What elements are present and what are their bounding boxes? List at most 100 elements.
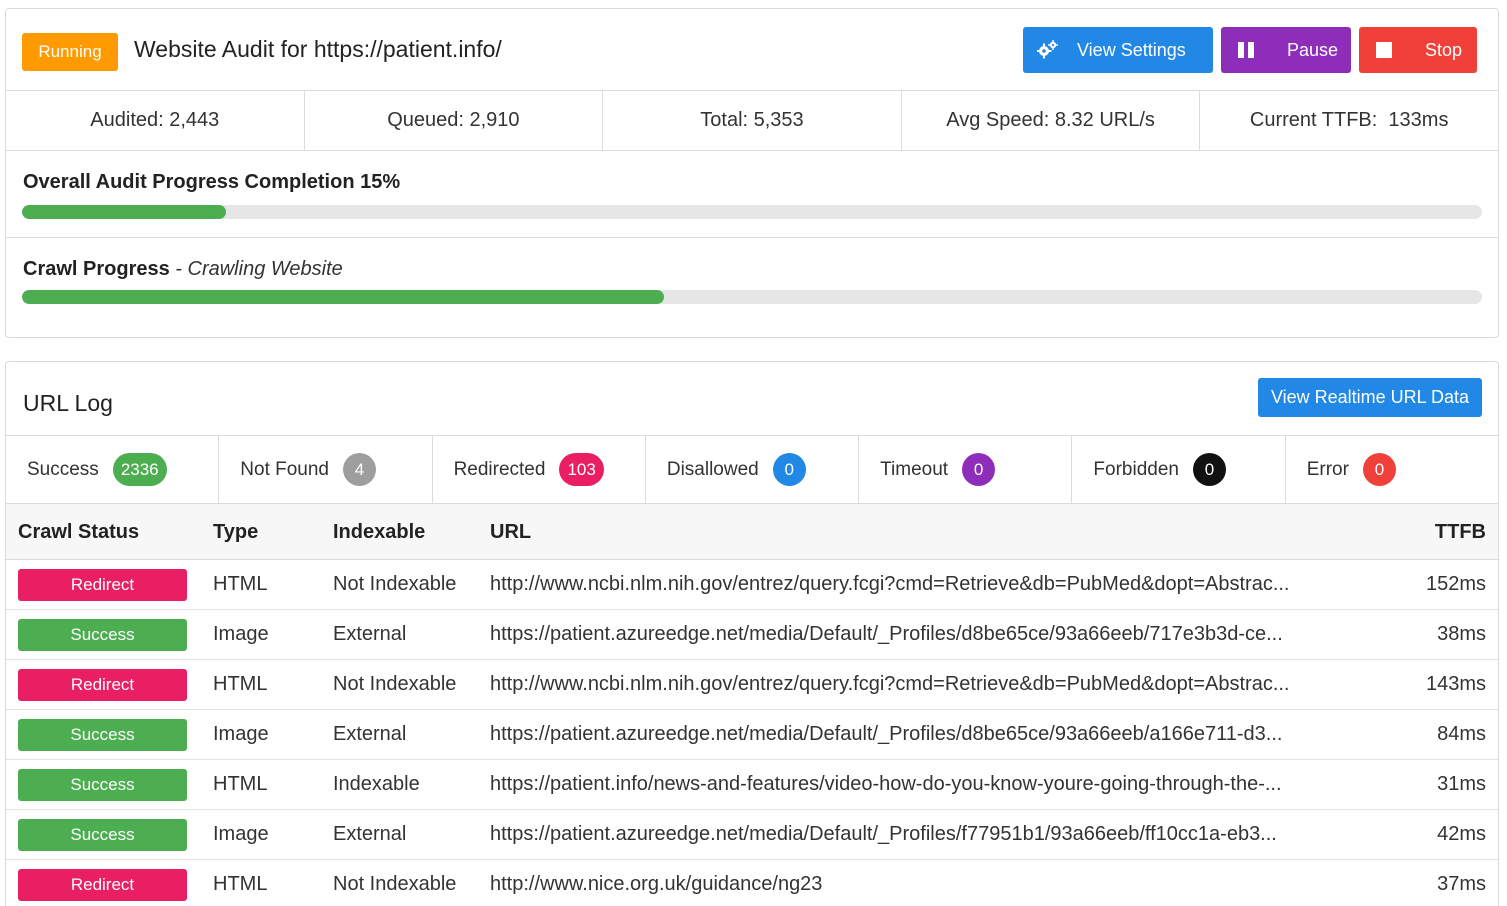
crawl-status-badge: Redirect xyxy=(18,669,187,701)
url-link[interactable]: http://www.ncbi.nlm.nih.gov/entrez/query… xyxy=(490,673,1350,696)
crawl-status-badge: Success xyxy=(18,769,187,801)
url-link[interactable]: https://patient.info/news-and-features/v… xyxy=(490,773,1350,796)
crawl-status-badge: Success xyxy=(18,819,187,851)
url-log-title: URL Log xyxy=(23,390,113,416)
column-header-indexable[interactable]: Indexable xyxy=(333,521,425,544)
indexable-cell: Not Indexable xyxy=(333,873,457,895)
table-row[interactable]: Success Image External https://patient.azur… xyxy=(6,710,1498,760)
url-log-panel: URL Log View Realtime URL Data Success 23… xyxy=(5,361,1499,906)
type-cell: HTML xyxy=(213,673,268,695)
url-link[interactable]: http://www.nice.org.uk/guidance/ng23 xyxy=(490,873,1350,896)
crawl-progress-subtitle: - Crawling Website xyxy=(169,258,343,280)
count-badge: 103 xyxy=(559,453,604,486)
column-header-url[interactable]: URL xyxy=(490,521,531,544)
url-log-header: URL Log View Realtime URL Data xyxy=(6,362,1498,436)
type-cell: Image xyxy=(213,823,269,845)
type-cell: HTML xyxy=(213,573,268,595)
overall-progress-label: Overall Audit Progress Completion 15% xyxy=(23,171,401,193)
stop-icon xyxy=(1371,42,1397,58)
ttfb-cell: 143ms xyxy=(1425,673,1486,695)
count-label: Disallowed xyxy=(666,458,759,480)
count-label: Redirected xyxy=(453,458,546,480)
view-settings-button[interactable]: View Settings xyxy=(1023,27,1213,73)
crawl-progress-fill xyxy=(22,290,665,304)
table-row[interactable]: Redirect HTML Not Indexable http://www.ncbi… xyxy=(6,560,1498,610)
overall-progress-section: Overall Audit Progress Completion 15% xyxy=(6,151,1498,238)
pause-icon xyxy=(1233,41,1259,59)
count-badge: 0 xyxy=(1362,453,1396,486)
ttfb-cell: 37ms xyxy=(1437,873,1486,895)
gears-icon xyxy=(1035,40,1061,60)
count-not-found[interactable]: Not Found 4 xyxy=(219,436,433,503)
table-header: Crawl Status Type Indexable URL TTFB xyxy=(6,504,1498,560)
count-error[interactable]: Error 0 xyxy=(1286,436,1498,503)
stop-label: Stop xyxy=(1425,39,1463,60)
count-disallowed[interactable]: Disallowed 0 xyxy=(646,436,860,503)
url-link[interactable]: http://www.ncbi.nlm.nih.gov/entrez/query… xyxy=(490,573,1350,596)
crawl-progress-title: Crawl Progress xyxy=(23,258,170,280)
table-row[interactable]: Success Image External https://patient.azur… xyxy=(6,610,1498,660)
count-badge: 4 xyxy=(343,453,377,486)
pause-button[interactable]: Pause xyxy=(1221,27,1351,73)
indexable-cell: Not Indexable xyxy=(333,573,457,595)
count-forbidden[interactable]: Forbidden 0 xyxy=(1072,436,1286,503)
ttfb-cell: 31ms xyxy=(1437,773,1486,795)
crawl-status-badge: Redirect xyxy=(18,869,187,901)
status-counts: Success 2336 Not Found 4 Redirected 103 Disall… xyxy=(6,436,1498,504)
ttfb-cell: 84ms xyxy=(1437,723,1486,745)
crawl-status-badge: Redirect xyxy=(18,569,187,601)
url-log-table: Redirect HTML Not Indexable http://www.ncbi… xyxy=(6,560,1498,906)
url-link[interactable]: https://patient.azureedge.net/media/Defa… xyxy=(490,823,1350,846)
column-header-ttfb[interactable]: TTFB xyxy=(1435,521,1486,544)
view-realtime-url-data-button[interactable]: View Realtime URL Data xyxy=(1258,378,1482,417)
count-badge: 0 xyxy=(962,453,996,486)
table-row[interactable]: Success HTML Indexable https://patient.info… xyxy=(6,760,1498,810)
ttfb-cell: 42ms xyxy=(1437,823,1486,845)
count-label: Not Found xyxy=(240,458,330,480)
audit-panel: Running Website Audit for https://patien… xyxy=(5,8,1499,338)
count-label: Timeout xyxy=(880,458,949,480)
column-header-type[interactable]: Type xyxy=(213,521,258,544)
count-badge: 0 xyxy=(772,453,806,486)
crawl-status-badge: Success xyxy=(18,719,187,751)
stat-current-ttfb: Current TTFB: 133ms xyxy=(1249,109,1449,131)
view-settings-label: View Settings xyxy=(1077,39,1186,60)
column-header-crawl-status[interactable]: Crawl Status xyxy=(18,521,139,544)
url-link[interactable]: https://patient.azureedge.net/media/Defa… xyxy=(490,623,1350,646)
status-badge: Running xyxy=(22,33,118,71)
crawl-progress-label: Crawl Progress - Crawling Website xyxy=(23,258,343,281)
type-cell: Image xyxy=(213,723,269,745)
ttfb-cell: 152ms xyxy=(1425,573,1486,595)
stop-button[interactable]: Stop xyxy=(1359,27,1477,73)
url-link[interactable]: https://patient.azureedge.net/media/Defa… xyxy=(490,723,1350,746)
stat-queued: Queued: 2,910 xyxy=(305,91,604,150)
indexable-cell: External xyxy=(333,723,407,745)
indexable-cell: External xyxy=(333,623,407,645)
type-cell: HTML xyxy=(213,773,268,795)
stat-avg-speed: Avg Speed: 8.32 URL/s xyxy=(902,91,1201,150)
count-label: Success xyxy=(27,458,99,480)
count-timeout[interactable]: Timeout 0 xyxy=(859,436,1073,503)
count-label: Forbidden xyxy=(1093,458,1179,480)
count-redirected[interactable]: Redirected 103 xyxy=(433,436,646,503)
indexable-cell: Indexable xyxy=(333,773,420,795)
ttfb-cell: 38ms xyxy=(1437,623,1486,645)
page-title: Website Audit for https://patient.info/ xyxy=(134,36,502,62)
overall-progress-bar xyxy=(22,205,1482,219)
table-row[interactable]: Redirect HTML Not Indexable http://www.ncbi… xyxy=(6,660,1498,710)
count-success[interactable]: Success 2336 xyxy=(6,436,220,503)
indexable-cell: External xyxy=(333,823,407,845)
count-badge: 2336 xyxy=(112,453,167,486)
stats-bar: Audited: 2,443 Queued: 2,910 Total: 5,35… xyxy=(6,91,1498,151)
stat-audited: Audited: 2,443 xyxy=(6,91,305,150)
table-row[interactable]: Success Image External https://patient.azur… xyxy=(6,810,1498,860)
table-row[interactable]: Redirect HTML Not Indexable http://www.nice… xyxy=(6,860,1498,906)
overall-progress-fill xyxy=(22,205,227,219)
pause-label: Pause xyxy=(1287,39,1339,60)
indexable-cell: Not Indexable xyxy=(333,673,457,695)
count-badge: 0 xyxy=(1192,453,1226,486)
stat-total: Total: 5,353 xyxy=(603,91,902,150)
type-cell: HTML xyxy=(213,873,268,895)
count-label: Error xyxy=(1306,458,1349,480)
crawl-status-badge: Success xyxy=(18,619,187,651)
